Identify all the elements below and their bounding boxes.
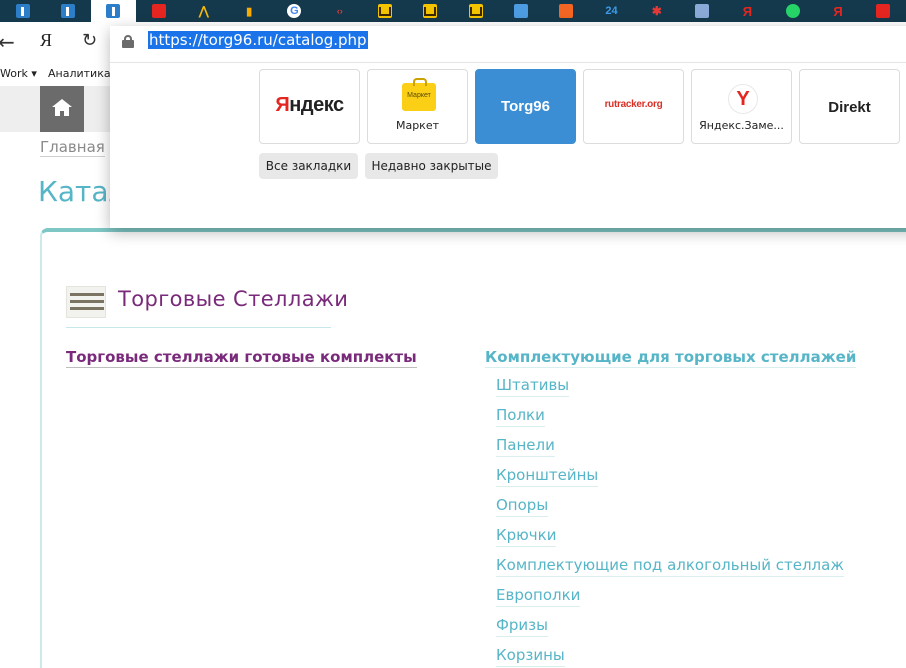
reload-icon[interactable]: ↻	[82, 30, 97, 51]
tab-favicon-icon	[513, 4, 528, 18]
browser-tab[interactable]	[861, 0, 906, 22]
browser-tab[interactable]: ⋀	[181, 0, 226, 22]
browser-tab[interactable]	[453, 0, 498, 22]
tile-direkt[interactable]: Direkt	[799, 69, 900, 144]
recently-closed-button[interactable]: Недавно закрытые	[365, 153, 498, 179]
tile-market-label: Маркет	[395, 119, 440, 132]
tile-yandex[interactable]: Яндекс	[259, 69, 360, 144]
browser-tab[interactable]: ✱	[634, 0, 679, 22]
browser-tab[interactable]	[45, 0, 90, 22]
tab-favicon-icon	[423, 4, 438, 18]
tab-favicon-icon	[151, 4, 166, 18]
tab-favicon-icon	[785, 4, 800, 18]
sublink-item[interactable]: Комплектующие под алкогольный стеллаж	[496, 556, 844, 586]
sublink-item[interactable]: Панели	[496, 436, 844, 466]
components-link[interactable]: Комплектующие для торговых стеллажей	[485, 348, 857, 368]
tab-strip: ⋀ ▮ G ‹› 24 ✱ Я Я	[0, 0, 906, 22]
tile-torg96[interactable]: Torg96	[475, 69, 576, 144]
speed-dial: Яндекс Маркет Маркет Torg96 rutracker.or…	[259, 69, 900, 144]
browser-tab[interactable]	[544, 0, 589, 22]
browser-tab[interactable]	[362, 0, 407, 22]
tab-favicon-icon	[876, 4, 891, 18]
tab-favicon-icon: ▮	[246, 5, 253, 18]
sublink-item[interactable]: Крючки	[496, 526, 844, 556]
ready-kits-link[interactable]: Торговые стеллажи готовые комплекты	[66, 348, 417, 368]
tile-rutracker[interactable]: rutracker.org	[583, 69, 684, 144]
chevron-down-icon: ▾	[31, 67, 37, 80]
tab-favicon-icon: Я	[833, 3, 843, 19]
tab-favicon-icon	[468, 4, 483, 18]
tab-favicon-icon: 24	[605, 5, 618, 17]
tile-direkt-label: Direkt	[828, 99, 871, 116]
components-sublist: Штативы Полки Панели Кронштейны Опоры Кр…	[496, 376, 844, 668]
tab-favicon-icon: ✱	[651, 4, 662, 18]
tab-favicon-icon	[378, 4, 393, 18]
tab-favicon-icon: Я	[742, 3, 753, 19]
bookmark-work[interactable]: Work ▾	[0, 67, 37, 80]
sublink-item[interactable]: Европолки	[496, 586, 844, 616]
browser-tab[interactable]	[679, 0, 724, 22]
home-button[interactable]	[40, 86, 84, 132]
browser-tab[interactable]	[90, 0, 136, 22]
bookmark-work-label: Work	[0, 67, 28, 80]
browser-tab[interactable]: ‹›	[317, 0, 362, 22]
sublink-item[interactable]: Кронштейны	[496, 466, 844, 496]
browser-tab[interactable]: G	[272, 0, 317, 22]
yandex-y-icon: Y	[728, 84, 758, 114]
browser-window: ⋀ ▮ G ‹› 24 ✱ Я Я ← Я ↻ Work ▾ Аналитика Главна…	[0, 0, 906, 668]
sublink-item[interactable]: Фризы	[496, 616, 844, 646]
browser-tab[interactable]: Я	[815, 0, 860, 22]
address-input[interactable]: https://torg96.ru/catalog.php	[148, 31, 368, 49]
all-bookmarks-button[interactable]: Все закладки	[259, 153, 358, 179]
browser-tab[interactable]	[770, 0, 815, 22]
browser-tab[interactable]	[136, 0, 181, 22]
tab-favicon-icon	[15, 4, 30, 18]
tile-rutracker-label: rutracker.org	[604, 99, 663, 110]
tab-favicon-icon: ⋀	[198, 4, 209, 18]
tab-favicon-icon	[559, 4, 574, 18]
tile-yandex-label: ндекс	[289, 94, 344, 116]
bookmark-analytics[interactable]: Аналитика	[48, 67, 111, 80]
breadcrumb-home[interactable]: Главная	[40, 138, 105, 157]
back-arrow-icon[interactable]: ←	[0, 30, 15, 54]
tab-favicon-icon: G	[287, 4, 302, 18]
browser-tab[interactable]: ▮	[226, 0, 271, 22]
tab-favicon-icon	[695, 4, 710, 18]
tile-yandex-zametki-label: Яндекс.Заме...	[699, 119, 784, 132]
tab-favicon-icon	[60, 4, 75, 18]
home-icon	[52, 99, 72, 107]
tab-favicon-icon	[106, 4, 121, 18]
sublink-item[interactable]: Штативы	[496, 376, 844, 406]
address-bar-dropdown: https://torg96.ru/catalog.php Яндекс Мар…	[110, 26, 906, 228]
tab-favicon-icon: ‹›	[336, 6, 343, 16]
sublink-item[interactable]: Опоры	[496, 496, 844, 526]
sublink-item[interactable]: Корзины	[496, 646, 844, 668]
browser-tab[interactable]	[408, 0, 453, 22]
tile-torg96-label: Torg96	[501, 98, 550, 115]
tile-yandex-zametki[interactable]: Y Яндекс.Заме...	[691, 69, 792, 144]
category-header: Торговые Стеллажи	[66, 286, 348, 328]
lock-icon[interactable]	[122, 35, 134, 48]
browser-tab[interactable]: 24	[589, 0, 634, 22]
browser-tab[interactable]: Я	[725, 0, 770, 22]
category-title[interactable]: Торговые Стеллажи	[118, 287, 348, 311]
yandex-logo: Яндекс	[275, 94, 344, 116]
browser-tab[interactable]	[0, 0, 45, 22]
yandex-button[interactable]: Я	[40, 30, 52, 51]
category-thumbnail[interactable]	[66, 286, 106, 318]
tile-market[interactable]: Маркет Маркет	[367, 69, 468, 144]
sublink-item[interactable]: Полки	[496, 406, 844, 436]
divider	[110, 62, 906, 63]
market-bag-icon: Маркет	[402, 78, 436, 111]
browser-tab[interactable]	[498, 0, 543, 22]
